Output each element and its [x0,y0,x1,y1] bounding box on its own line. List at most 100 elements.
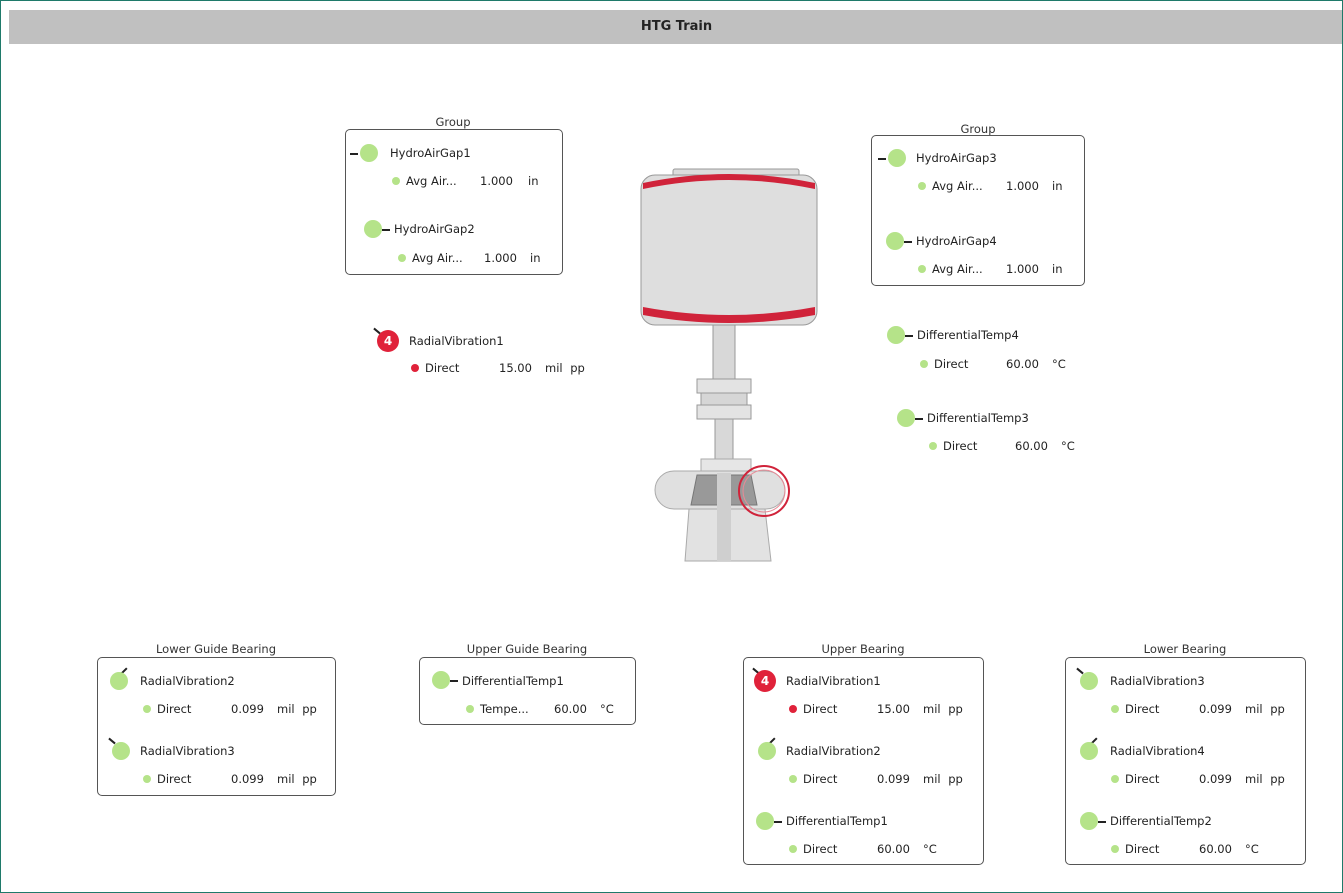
group-left-box: HydroAirGap1 Avg Air... 1.000 in HydroAi… [345,129,563,275]
group-right-box: HydroAirGap3 Avg Air... 1.000 in HydroAi… [871,135,1085,286]
alarm-count-badge: 4 [754,670,776,692]
connector-tick [878,158,886,160]
status-ok-icon [360,144,378,162]
measurement-label: Direct [425,361,460,375]
measurement-value: 0.099 [1199,702,1232,716]
measurement-label: Avg Air... [406,174,457,188]
measurement-value: 1.000 [1006,262,1039,276]
status-dot [1111,775,1119,783]
status-ok-icon [112,742,130,760]
connector-tick [382,229,390,231]
status-ok-icon [110,672,128,690]
measurement-value: 0.099 [877,772,910,786]
status-ok-icon [1080,742,1098,760]
measurement-label: Direct [934,357,969,371]
sensor-name: DifferentialTemp2 [1110,814,1212,828]
status-ok-icon [432,671,450,689]
measurement-unit: mil pp [1245,702,1285,716]
sensor-name: RadialVibration2 [786,744,881,758]
measurement-unit: °C [1061,439,1075,453]
sensor-name: RadialVibration2 [140,674,235,688]
measurement-unit: in [528,174,539,188]
panel-title: HTG Train [9,10,1342,44]
status-dot [1111,705,1119,713]
measurement-label: Direct [1125,842,1160,856]
measurement-value: 15.00 [877,702,910,716]
lower-bearing-title: Lower Bearing [1143,642,1227,656]
connector-tick [350,153,358,155]
sensor-name: HydroAirGap3 [916,151,997,165]
status-ok-icon [756,812,774,830]
lower-guide-bearing-title: Lower Guide Bearing [155,642,277,656]
lower-bearing-box: RadialVibration3 Direct 0.099 mil pp Rad… [1065,657,1306,865]
connector-tick [915,418,923,420]
status-ok-icon [758,742,776,760]
htg-train-panel: HTG Train Group HydroAirGap1 Avg Air... … [0,0,1343,893]
measurement-unit: mil pp [1245,772,1285,786]
status-ok-icon [1080,672,1098,690]
sensor-name: HydroAirGap2 [394,222,475,236]
measurement-label: Direct [803,702,838,716]
sensor-name: DifferentialTemp1 [786,814,888,828]
upper-guide-bearing-box: DifferentialTemp1 Tempe... 60.00 °C [419,657,636,725]
sensor-name: DifferentialTemp4 [917,328,1019,342]
status-dot [392,177,400,185]
measurement-unit: °C [923,842,937,856]
measurement-label: Direct [157,702,192,716]
measurement-value: 60.00 [1015,439,1048,453]
measurement-unit: mil pp [923,772,963,786]
measurement-label: Direct [157,772,192,786]
measurement-label: Direct [803,842,838,856]
measurement-value: 1.000 [1006,179,1039,193]
group-left-title: Group [435,115,471,129]
status-dot-alarm [789,705,797,713]
alarm-count-badge: 4 [377,330,399,352]
status-dot [918,182,926,190]
status-dot [398,254,406,262]
sensor-name: HydroAirGap1 [390,146,471,160]
status-ok-icon [887,326,905,344]
sensor-name: RadialVibration1 [409,334,504,348]
connector-tick [1098,821,1106,823]
measurement-label: Direct [1125,702,1160,716]
upper-guide-bearing-title: Upper Guide Bearing [466,642,588,656]
measurement-unit: mil pp [277,772,317,786]
status-dot [789,845,797,853]
measurement-value: 15.00 [499,361,532,375]
sensor-name: RadialVibration1 [786,674,881,688]
measurement-unit: in [1052,262,1063,276]
measurement-value: 60.00 [1006,357,1039,371]
sensor-name: DifferentialTemp1 [462,674,564,688]
measurement-label: Avg Air... [932,179,983,193]
connector-tick [450,680,458,682]
measurement-value: 0.099 [231,772,264,786]
measurement-value: 60.00 [1199,842,1232,856]
measurement-value: 0.099 [1199,772,1232,786]
status-ok-icon [1080,812,1098,830]
measurement-value: 60.00 [554,702,587,716]
measurement-label: Avg Air... [412,251,463,265]
status-dot-alarm [411,364,419,372]
lower-guide-bearing-box: RadialVibration2 Direct 0.099 mil pp Rad… [97,657,336,796]
measurement-label: Avg Air... [932,262,983,276]
measurement-label: Direct [803,772,838,786]
group-right-title: Group [960,122,996,136]
status-dot [466,705,474,713]
status-ok-icon [888,149,906,167]
sensor-name: RadialVibration3 [1110,674,1205,688]
connector-tick [774,821,782,823]
measurement-unit: °C [1245,842,1259,856]
upper-bearing-title: Upper Bearing [821,642,905,656]
measurement-unit: in [1052,179,1063,193]
measurement-value: 60.00 [877,842,910,856]
generator-turbine-graphic[interactable] [631,161,831,571]
measurement-unit: in [530,251,541,265]
sensor-name: HydroAirGap4 [916,234,997,248]
measurement-value: 1.000 [484,251,517,265]
measurement-unit: mil pp [277,702,317,716]
connector-tick [904,241,912,243]
status-dot [143,775,151,783]
sensor-name: DifferentialTemp3 [927,411,1029,425]
measurement-unit: °C [600,702,614,716]
measurement-label: Direct [1125,772,1160,786]
